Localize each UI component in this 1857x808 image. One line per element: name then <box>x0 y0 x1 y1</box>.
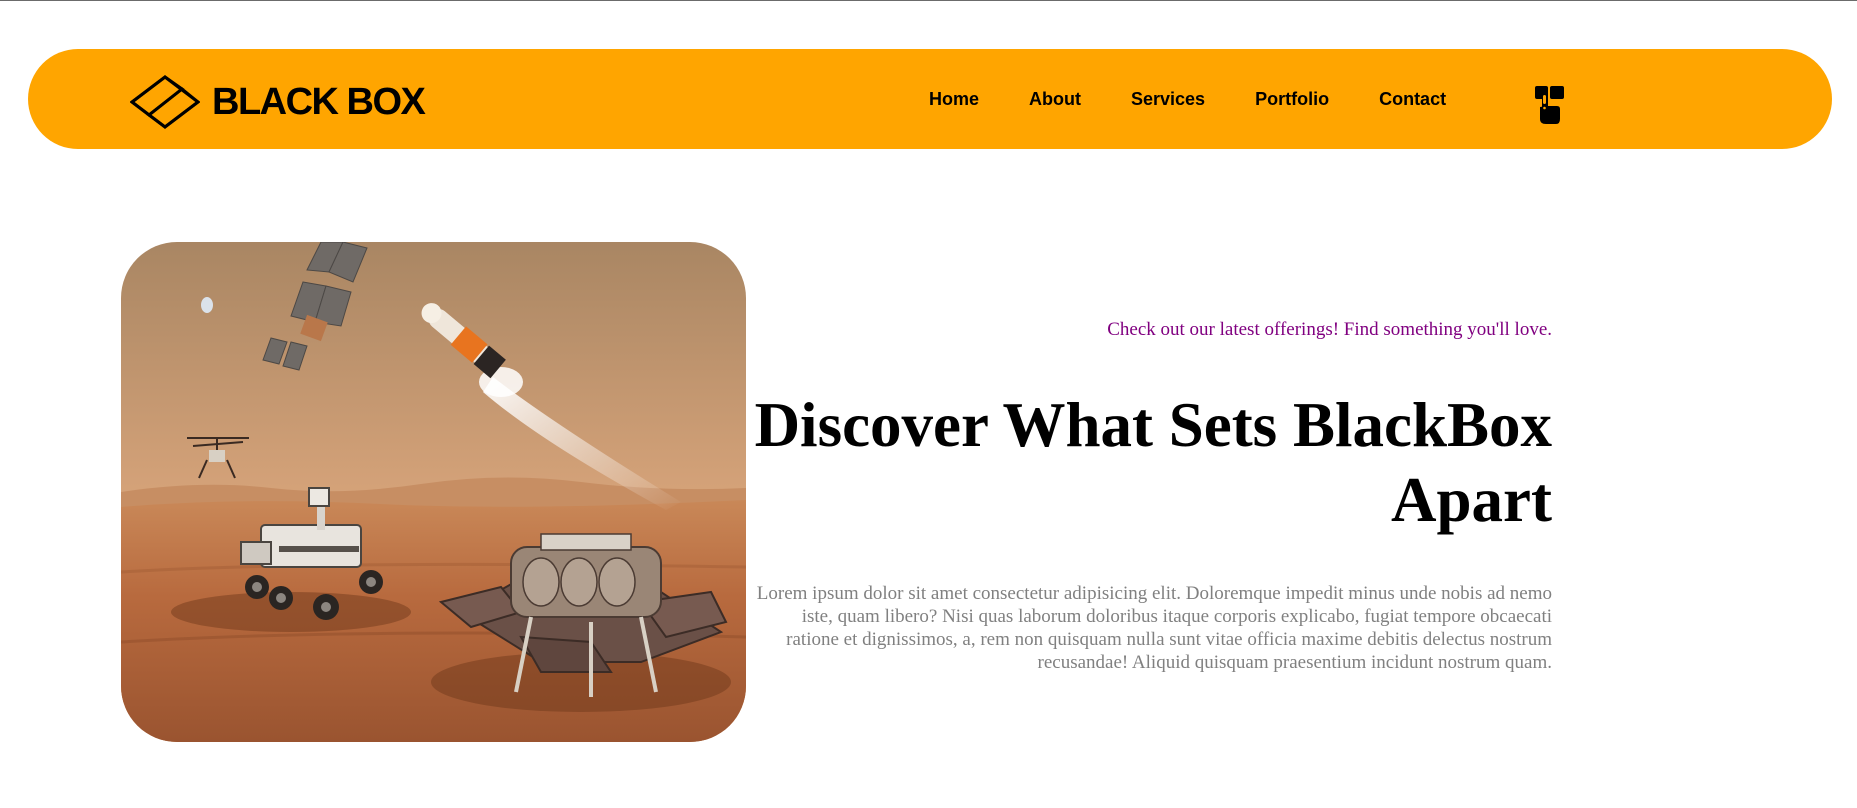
hero-body: Lorem ipsum dolor sit amet consectetur a… <box>756 583 1552 673</box>
nav-links: Home About Services Portfolio Contact <box>929 85 1446 113</box>
hero-headline: Discover What Sets BlackBox Apart <box>754 390 1552 535</box>
diamond-box-logo-icon <box>130 75 200 129</box>
hero-image <box>121 242 746 742</box>
nav-link-about[interactable]: About <box>1029 89 1081 110</box>
navbar: BLACK BOX Home About Services Portfolio … <box>28 49 1832 149</box>
top-border <box>0 0 1857 1</box>
hero-tagline: Check out our latest offerings! Find som… <box>1107 319 1552 340</box>
nav-link-home[interactable]: Home <box>929 89 979 110</box>
brand[interactable]: BLACK BOX <box>130 75 426 129</box>
nav-link-contact[interactable]: Contact <box>1379 89 1446 110</box>
nav-link-portfolio[interactable]: Portfolio <box>1255 89 1329 110</box>
brand-name: BLACK BOX <box>212 81 426 123</box>
nav-link-services[interactable]: Services <box>1131 89 1205 110</box>
hand-pointer-icon <box>1532 85 1566 125</box>
menu-button[interactable] <box>1532 85 1566 125</box>
hero-text: Check out our latest offerings! Find som… <box>746 312 1552 674</box>
